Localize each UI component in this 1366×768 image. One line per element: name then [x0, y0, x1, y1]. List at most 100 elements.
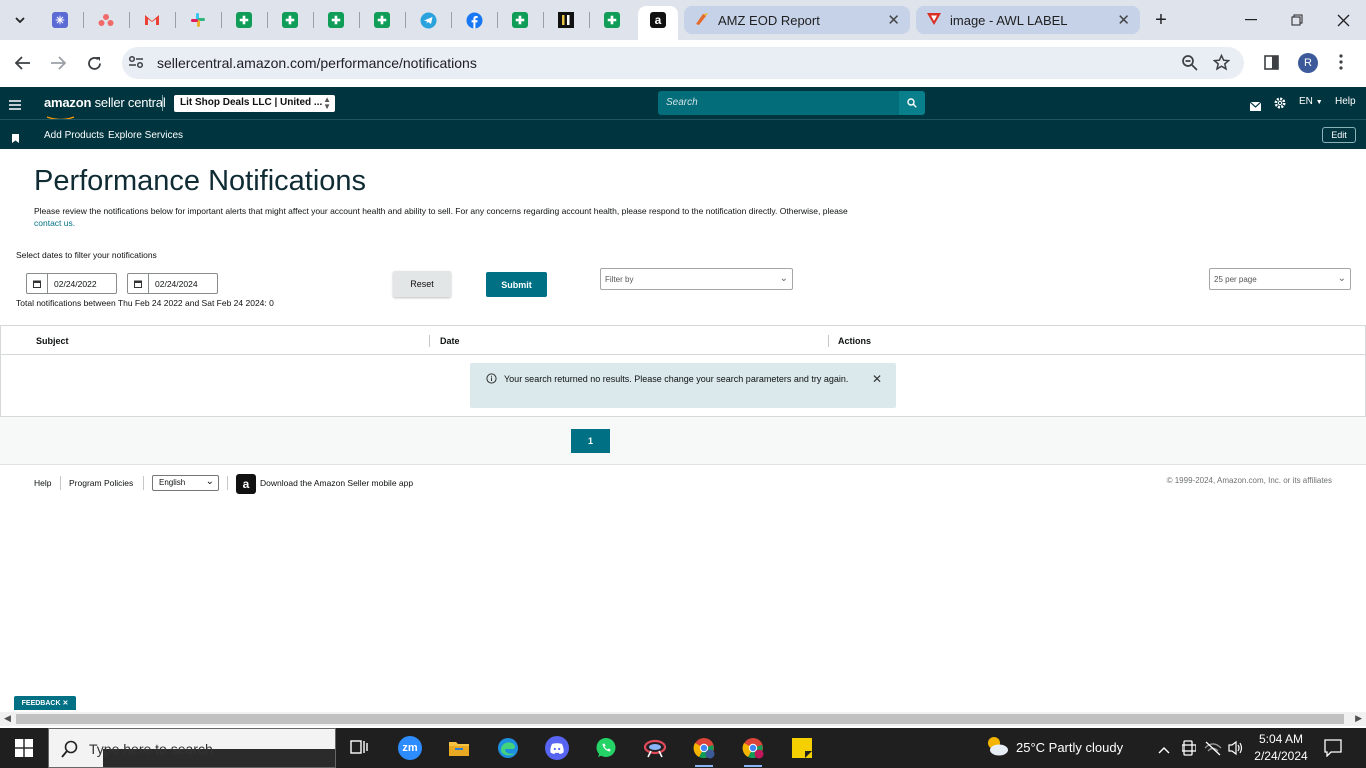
- footer-language-select[interactable]: English ⌄: [152, 475, 219, 491]
- perplexity-icon[interactable]: ✳: [45, 6, 75, 34]
- zoom-app-icon[interactable]: zm: [398, 736, 422, 760]
- amazon-app-icon[interactable]: a: [236, 474, 256, 494]
- feedback-button[interactable]: FEEDBACK ✕: [14, 696, 76, 710]
- total-notifications-text: Total notifications between Thu Feb 24 2…: [16, 298, 274, 308]
- column-date[interactable]: Date: [440, 336, 460, 346]
- zoom-icon[interactable]: [1181, 54, 1198, 76]
- facebook-icon[interactable]: [459, 6, 489, 34]
- taskbar-search-placeholder: Type here to search: [89, 741, 213, 757]
- calendar-icon[interactable]: [128, 274, 149, 293]
- mail-icon[interactable]: [1249, 98, 1262, 116]
- snipping-tool-icon[interactable]: [643, 736, 667, 760]
- global-search-input[interactable]: Search: [658, 91, 899, 115]
- sheets-icon[interactable]: ✚: [275, 6, 305, 34]
- per-page-select[interactable]: 25 per page ⌄: [1209, 268, 1351, 290]
- new-tab-button[interactable]: +: [1138, 0, 1184, 40]
- bookmark-star-icon[interactable]: [1212, 53, 1231, 76]
- page-button[interactable]: 1: [571, 429, 610, 453]
- minimize-icon[interactable]: [1228, 0, 1274, 40]
- task-view-icon[interactable]: [350, 739, 368, 762]
- bars-icon[interactable]: [551, 6, 581, 34]
- chevron-down-icon: ⌄: [205, 476, 214, 487]
- reset-button[interactable]: Reset: [393, 271, 451, 297]
- copyright-text: © 1999-2024, Amazon.com, Inc. or its aff…: [1166, 476, 1332, 485]
- slack-icon[interactable]: [183, 6, 213, 34]
- forward-icon[interactable]: [45, 51, 71, 75]
- discord-icon[interactable]: [545, 736, 569, 760]
- bookmark-icon[interactable]: [12, 130, 19, 148]
- volume-icon[interactable]: [1228, 740, 1244, 761]
- filter-by-select[interactable]: Filter by ⌄: [600, 268, 793, 290]
- search-button[interactable]: [899, 91, 925, 115]
- sheets-icon[interactable]: ✚: [367, 6, 397, 34]
- scroll-right-icon: ▶: [1355, 713, 1362, 723]
- sheets-icon[interactable]: ✚: [321, 6, 351, 34]
- logo-divider: [162, 95, 163, 111]
- calendar-icon[interactable]: [27, 274, 48, 293]
- partly-cloudy-icon[interactable]: [984, 734, 1010, 763]
- gmail-icon[interactable]: [137, 6, 167, 34]
- tab-search-chevron-icon[interactable]: [5, 6, 35, 34]
- account-switcher[interactable]: Lit Shop Deals LLC | United ... ▲ ▼: [174, 95, 335, 112]
- footer-help-link[interactable]: Help: [34, 478, 51, 488]
- close-window-icon[interactable]: [1320, 0, 1366, 40]
- back-icon[interactable]: [10, 51, 36, 75]
- hamburger-menu-icon[interactable]: [9, 97, 21, 115]
- kebab-menu-icon[interactable]: [1339, 54, 1343, 75]
- chrome-profile-icon[interactable]: [692, 736, 716, 760]
- download-app-link[interactable]: Download the Amazon Seller mobile app: [260, 478, 413, 488]
- horizontal-scrollbar[interactable]: ◀ ▶: [0, 712, 1366, 726]
- per-page-value: 25 per page: [1214, 275, 1257, 284]
- close-tab-icon[interactable]: ✕: [1117, 11, 1130, 29]
- close-icon[interactable]: ✕: [872, 372, 882, 386]
- restore-icon[interactable]: [1274, 0, 1320, 40]
- notification-center-icon[interactable]: [1324, 739, 1342, 762]
- gear-icon[interactable]: [1274, 96, 1286, 114]
- chevron-up-icon[interactable]: [1158, 741, 1170, 759]
- pagination-area: [0, 417, 1366, 465]
- tab-awl-label[interactable]: image - AWL LABEL ✕: [916, 6, 1140, 34]
- nav-add-products[interactable]: Add Products: [44, 130, 104, 141]
- date-to-input[interactable]: 02/24/2024: [127, 273, 218, 294]
- nav-explore-services[interactable]: Explore Services: [108, 130, 183, 141]
- column-subject[interactable]: Subject: [36, 336, 69, 346]
- meet-now-icon[interactable]: [1181, 740, 1197, 761]
- file-explorer-icon[interactable]: [447, 736, 471, 760]
- date-from-input[interactable]: 02/24/2022: [26, 273, 117, 294]
- sheets-icon[interactable]: ✚: [505, 6, 535, 34]
- tab-amz-eod-report[interactable]: AMZ EOD Report ✕: [684, 6, 910, 34]
- submit-button[interactable]: Submit: [486, 272, 547, 297]
- language-selector[interactable]: EN ▼: [1299, 96, 1323, 107]
- help-link[interactable]: Help: [1335, 96, 1356, 107]
- system-clock[interactable]: 5:04 AM 2/24/2024: [1252, 731, 1310, 765]
- footer-program-policies-link[interactable]: Program Policies: [69, 478, 133, 488]
- profile-avatar[interactable]: R: [1298, 53, 1318, 73]
- search-icon: [61, 740, 79, 763]
- network-offline-icon[interactable]: [1204, 740, 1222, 761]
- edge-icon[interactable]: [496, 736, 520, 760]
- clock-date: 2/24/2024: [1254, 749, 1308, 763]
- sheets-icon[interactable]: ✚: [229, 6, 259, 34]
- weather-text[interactable]: 25°C Partly cloudy: [1016, 740, 1123, 755]
- reload-icon[interactable]: [81, 51, 107, 75]
- amazon-icon[interactable]: a: [643, 6, 673, 34]
- chrome-profile-icon[interactable]: [741, 736, 765, 760]
- telegram-icon[interactable]: [413, 6, 443, 34]
- caret-down-icon: ▼: [1315, 99, 1323, 106]
- search-icon: [907, 98, 917, 108]
- scrollbar-thumb[interactable]: [16, 714, 1344, 724]
- close-tab-icon[interactable]: ✕: [887, 11, 900, 29]
- asana-icon[interactable]: [91, 6, 121, 34]
- date-from-value: 02/24/2022: [54, 279, 97, 289]
- url-text[interactable]: sellercentral.amazon.com/performance/not…: [157, 55, 477, 71]
- column-actions: Actions: [838, 336, 872, 346]
- site-settings-icon[interactable]: [128, 55, 144, 74]
- side-panel-icon[interactable]: [1264, 55, 1279, 75]
- sheets-icon[interactable]: ✚: [597, 6, 627, 34]
- windows-start-icon[interactable]: [15, 739, 33, 762]
- whatsapp-icon[interactable]: [594, 736, 618, 760]
- taskbar-search-input[interactable]: Type here to search: [48, 728, 336, 768]
- sticky-notes-icon[interactable]: [790, 736, 814, 760]
- contact-us-link[interactable]: contact us.: [34, 218, 75, 228]
- edit-nav-button[interactable]: Edit: [1322, 127, 1356, 143]
